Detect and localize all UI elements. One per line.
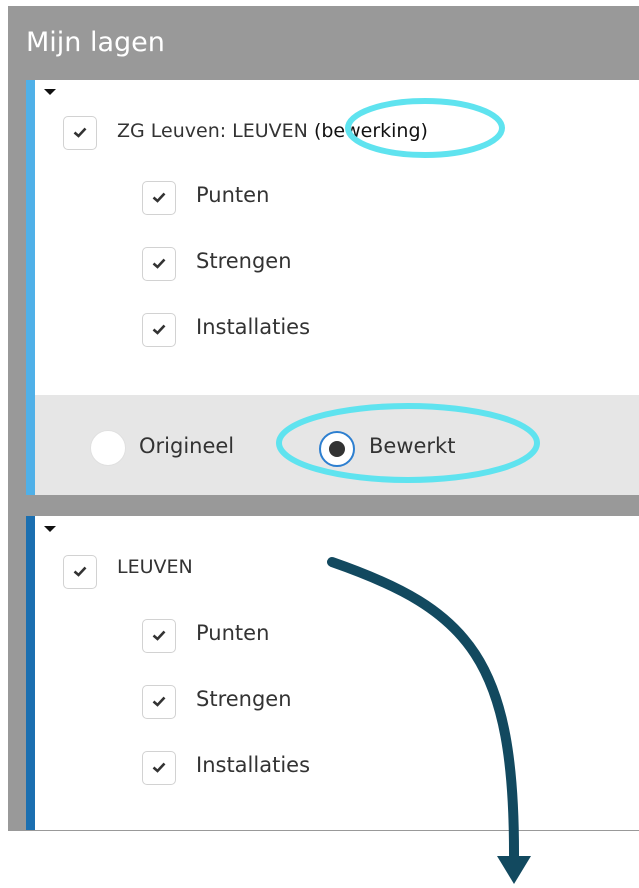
sublayer-label-punten: Punten: [196, 621, 270, 645]
checkmark-icon: [73, 566, 87, 577]
layer-checkbox-zg-leuven[interactable]: [63, 116, 97, 150]
checkmark-icon: [152, 192, 166, 203]
radio-bewerkt[interactable]: [319, 431, 355, 467]
sublayer-checkbox-installaties[interactable]: [142, 751, 176, 785]
layer-group-accent-bar: [26, 80, 35, 495]
sublayer-label-strengen: Strengen: [196, 687, 292, 711]
sublayer-checkbox-strengen[interactable]: [142, 247, 176, 281]
sublayer-label-strengen: Strengen: [196, 249, 292, 273]
arrow-down-icon: [497, 856, 531, 884]
caret-down-icon[interactable]: [44, 89, 56, 95]
caret-down-icon[interactable]: [44, 526, 56, 532]
edit-status-label: (bewerking): [313, 120, 428, 142]
sublayer-checkbox-punten[interactable]: [142, 181, 176, 215]
radio-label-bewerkt[interactable]: Bewerkt: [369, 433, 455, 459]
sublayer-label-installaties: Installaties: [196, 315, 311, 339]
layer-label-zg-leuven: ZG Leuven: LEUVEN (bewerking): [117, 118, 428, 144]
checkmark-icon: [152, 324, 166, 335]
sublayer-checkbox-punten[interactable]: [142, 619, 176, 653]
checkmark-icon: [152, 762, 166, 773]
checkmark-icon: [152, 696, 166, 707]
sublayer-label-installaties: Installaties: [196, 753, 311, 777]
radio-origineel[interactable]: [90, 430, 126, 466]
sublayer-checkbox-installaties[interactable]: [142, 313, 176, 347]
sublayer-checkbox-strengen[interactable]: [142, 685, 176, 719]
layer-group-accent-bar: [26, 516, 35, 830]
sublayer-label-punten: Punten: [196, 183, 270, 207]
panel-title: Mijn lagen: [26, 27, 165, 58]
layer-name: ZG Leuven: LEUVEN: [117, 120, 308, 142]
checkmark-icon: [152, 258, 166, 269]
checkmark-icon: [73, 127, 87, 138]
radio-selected-dot: [329, 441, 345, 457]
checkmark-icon: [152, 630, 166, 641]
layer-label-leuven: LEUVEN: [117, 556, 193, 578]
radio-label-origineel[interactable]: Origineel: [139, 433, 234, 459]
layer-checkbox-leuven[interactable]: [63, 555, 97, 589]
